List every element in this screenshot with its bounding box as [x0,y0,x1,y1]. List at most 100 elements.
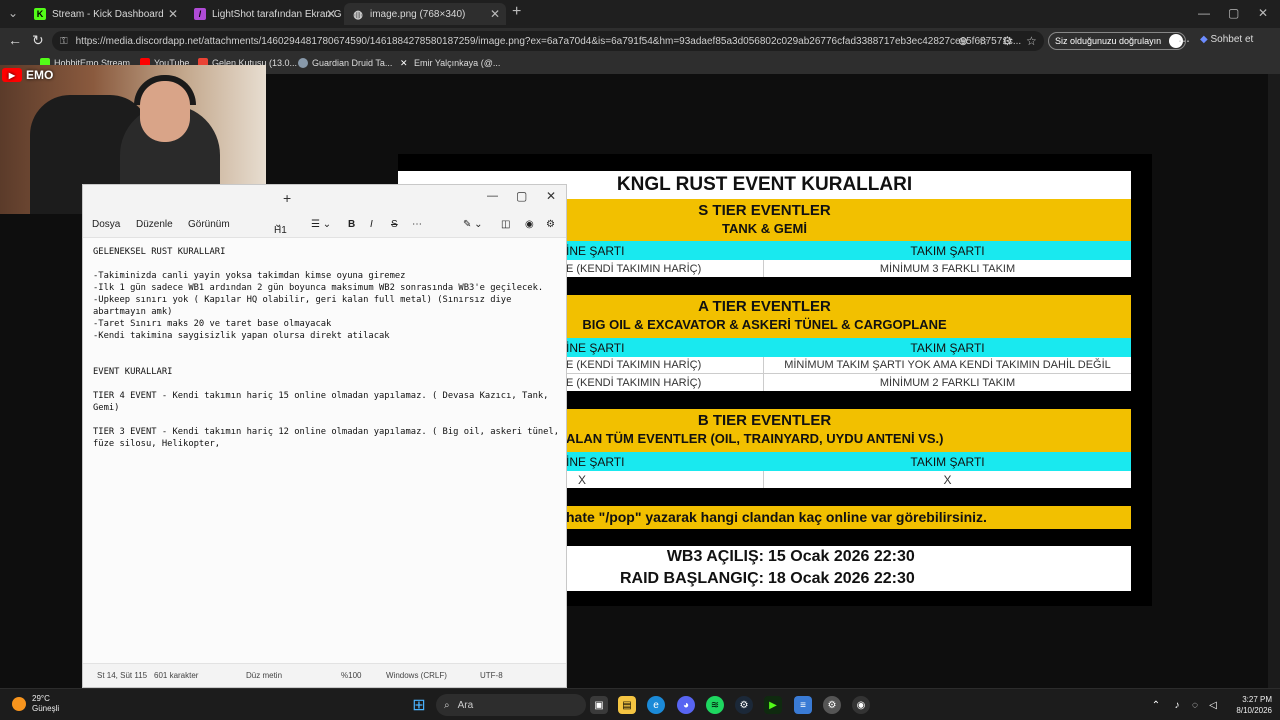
site-info-icon[interactable]: ⚿ [60,36,68,47]
strikethrough-icon[interactable]: S [391,219,398,230]
close-tab-icon[interactable]: ✕ [326,7,336,21]
close-icon[interactable]: ✕ [546,189,556,203]
kick-app-icon[interactable]: ▶ [764,696,782,714]
settings-icon[interactable]: ⚙ [546,219,555,230]
minimize-icon[interactable]: — [487,190,498,202]
taskbar-search[interactable]: ⌕ Ara [436,694,586,716]
windows-taskbar: 29°C Güneşli ⊞ ⌕ Ara ▣ ▤ e ◕ ≋ ⚙ ▶ ≡ ⚙ ◉… [0,688,1280,720]
network-icon[interactable]: ◌ [1186,696,1204,714]
tray-overflow-icon[interactable]: ⌃ [1147,696,1165,714]
copilot-dropdown-icon[interactable]: ✎ ⌄ [463,219,483,230]
zoom-level[interactable]: %100 [341,671,361,680]
favorites-icon[interactable]: ☆ [1026,34,1037,48]
system-clock[interactable]: 3:27 PM 8/10/2026 [1236,694,1272,716]
heading-label: H1 [274,225,287,236]
lightshot-icon: / [194,8,206,20]
kick-icon: K [34,8,46,20]
start-icon[interactable]: ⊞ [410,696,428,714]
encoding[interactable]: UTF-8 [480,671,503,680]
weather-widget[interactable]: 29°C Güneşli [12,694,59,714]
tab-kick-dashboard[interactable]: K Stream - Kick Dashboard ✕ [26,3,184,25]
notepad-menubar: Dosya Düzenle Görünüm H1 ⌄ ☰ ⌄ B I S ⋯ ✎… [83,213,566,237]
discord-icon[interactable]: ◕ [677,696,695,714]
wb3-value: 15 Ocak 2026 22:30 [768,548,915,565]
channel-badge: ▶ EMO [2,68,53,82]
maximize-icon[interactable]: ▢ [1228,6,1239,20]
task-view-icon[interactable]: ▣ [590,696,608,714]
copilot-icon: ◆ [1200,34,1208,45]
edge-icon[interactable]: e [647,696,665,714]
bookmark-guardian-druid[interactable]: Guardian Druid Ta... [298,58,392,68]
notepad-titlebar[interactable]: + — ▢ ✕ [83,185,566,213]
verify-identity-toggle[interactable]: Siz olduğunuzu doğrulayın [1048,32,1187,50]
url-field[interactable]: ⚿ https://media.discordapp.net/attachmen… [52,31,1044,51]
side-panel-strip [1268,74,1280,688]
extensions-icon[interactable]: ⚙ [1002,34,1013,48]
bold-icon[interactable]: B [348,219,355,230]
copilot-chat-button[interactable]: ◆ Sohbet et [1200,34,1253,45]
file-explorer-icon[interactable]: ▤ [618,696,636,714]
line-ending[interactable]: Windows (CRLF) [386,671,447,680]
text-line: -Upkeep sınırı yok ( Kapılar HQ olabilir… [93,295,512,305]
spotify-icon[interactable]: ≋ [706,696,724,714]
star-icon[interactable]: ☆ [978,34,989,48]
minimize-icon[interactable]: — [1198,6,1210,20]
new-tab-button[interactable]: + [512,3,521,21]
col-team: TAKIM ŞARTI [910,340,985,355]
x-icon: ✕ [400,58,408,68]
notepad-app-icon[interactable]: ≡ [794,696,812,714]
heading-dropdown[interactable]: H1 ⌄ [274,219,287,236]
text-line: füze silosu, Helikopter, [93,439,221,449]
text-line: -Ilk 1 gün sadece WB1 ardından 2 gün boy… [93,283,544,293]
char-count: 601 karakter [154,671,199,680]
col-team: TAKIM ŞARTI [910,243,985,258]
cell-team: MİNİMUM 2 FARKLI TAKIM [879,376,1016,389]
text-line [93,378,556,390]
text-line: -Taret Sınırı maks 20 ve taret base olma… [93,319,332,329]
italic-icon[interactable]: I [370,219,373,230]
obs-icon[interactable]: ◉ [852,696,870,714]
cell-team: MİNİMUM TAKIM ŞARTI YOK AMA KENDİ TAKIMI… [784,359,1111,371]
volume-icon[interactable]: ◁ [1204,696,1222,714]
notepad-editor[interactable]: GELENEKSEL RUST KURALLARI -Takiminizda ca… [83,237,566,665]
close-window-icon[interactable]: ✕ [1258,6,1268,20]
text-line [93,354,556,366]
notepad-statusbar: St 14, Süt 115 601 karakter Düz metin %1… [83,663,566,687]
menu-view[interactable]: Görünüm [188,219,230,230]
browser-tab-bar: ⌄ K Stream - Kick Dashboard ✕ / LightSho… [0,0,1280,28]
cell-team: MİNİMUM 3 FARKLI TAKIM [879,262,1016,275]
bookmark-label: Emir Yalçınkaya (@... [414,58,501,68]
search-icon: ⌕ [444,699,450,711]
menu-edit[interactable]: Düzenle [136,219,173,230]
bookmark-x-emir[interactable]: ✕ Emir Yalçınkaya (@... [400,58,500,68]
steam-icon[interactable]: ⚙ [735,696,753,714]
tab-list-icon[interactable]: ⌄ [8,6,18,20]
menu-file[interactable]: Dosya [92,219,120,230]
notification-icon[interactable]: ◫ [501,219,510,230]
tab-label: image.png (768×340) [370,8,466,20]
headset [134,75,196,105]
url-text: https://media.discordapp.net/attachments… [75,35,1022,47]
tab-image-png[interactable]: ◍ image.png (768×340) ✕ [344,3,506,25]
youtube-logo-icon: ▶ [2,68,22,82]
account-icon[interactable]: ◉ [525,219,534,230]
tab-lightshot[interactable]: / LightShot tarafından Ekran Görün ✕ [186,3,342,25]
channel-label: EMO [26,68,54,82]
maximize-icon[interactable]: ▢ [516,189,527,203]
more-icon[interactable]: ⋯ [412,219,422,230]
back-icon[interactable]: ← [8,32,22,48]
text-line: GELENEKSEL RUST KURALLARI [93,247,226,257]
cell-team: X [943,472,952,487]
settings-app-icon[interactable]: ⚙ [823,696,841,714]
bookmark-label: Guardian Druid Ta... [312,58,393,68]
zoom-icon[interactable]: ⊕ [958,34,968,48]
microphone-icon[interactable]: ♪ [1168,696,1186,714]
close-tab-icon[interactable]: ✕ [168,7,178,21]
new-tab-button[interactable]: + [283,190,291,206]
globe-icon: ◍ [353,8,363,21]
close-tab-icon[interactable]: ✕ [490,7,500,21]
list-dropdown-icon[interactable]: ☰ ⌄ [311,219,331,230]
notepad-window[interactable]: + — ▢ ✕ Dosya Düzenle Görünüm H1 ⌄ ☰ ⌄ B… [82,184,567,688]
reload-icon[interactable]: ↻ [32,32,44,49]
more-icon[interactable]: ⋯ [1178,34,1190,48]
